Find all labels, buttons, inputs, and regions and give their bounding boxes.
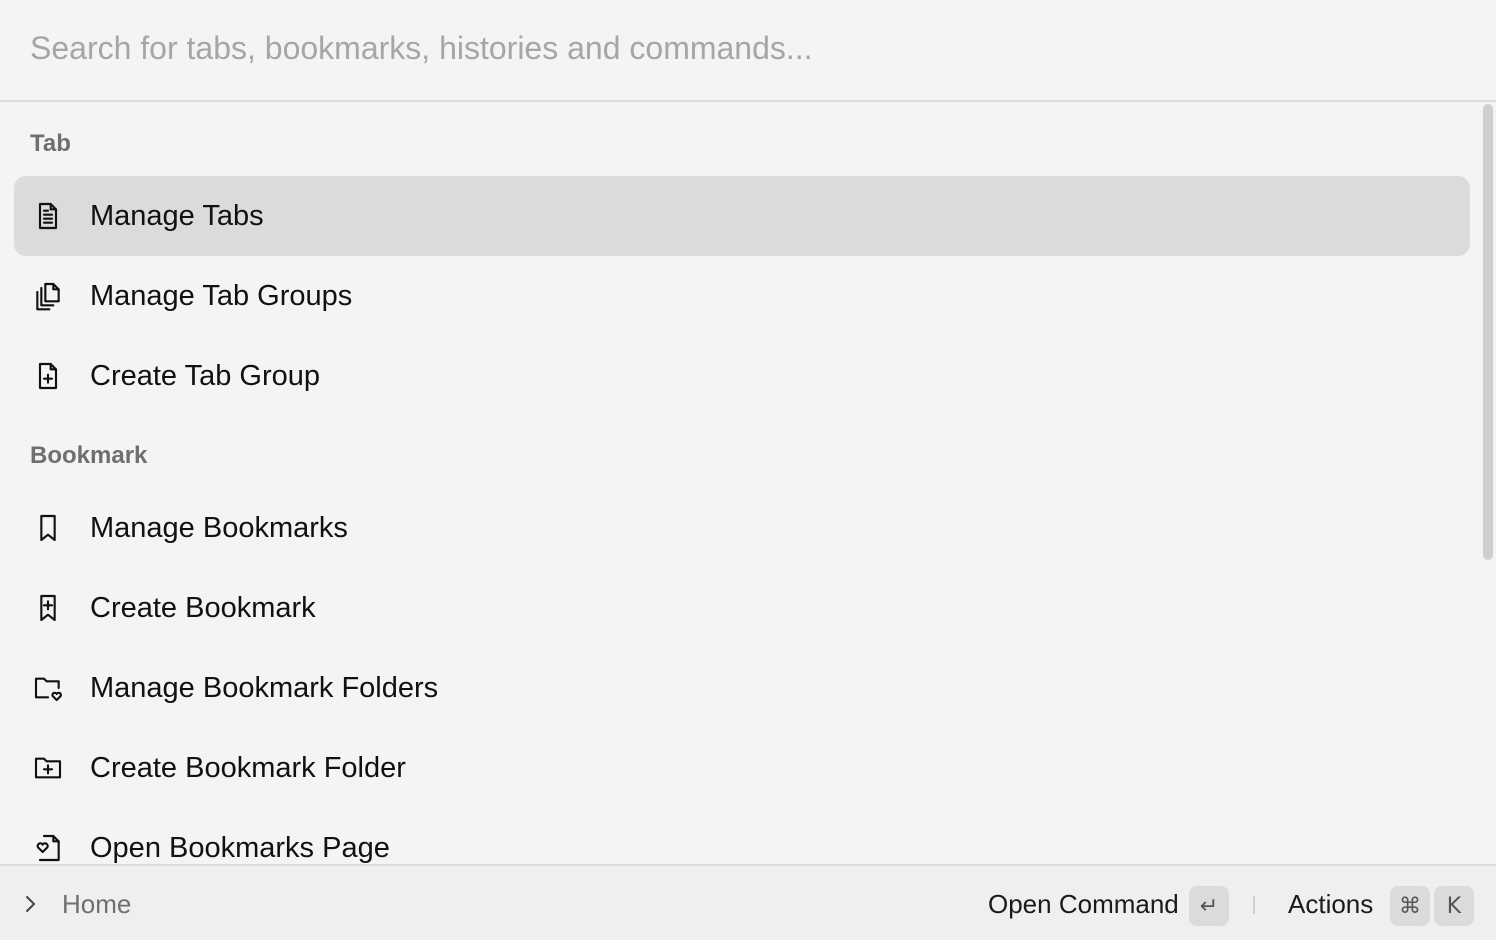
bookmark-icon [32, 512, 64, 544]
list-item-label: Manage Bookmarks [90, 512, 348, 544]
list-item-manage-tabs[interactable]: Manage Tabs [14, 176, 1470, 256]
folder-plus-icon [32, 752, 64, 784]
folder-heart-icon [32, 672, 64, 704]
list-item-manage-bookmark-folders[interactable]: Manage Bookmark Folders [14, 648, 1470, 728]
scrollbar-thumb[interactable] [1483, 104, 1493, 560]
document-heart-icon [32, 832, 64, 864]
list-item-create-tab-group[interactable]: Create Tab Group [14, 336, 1470, 416]
command-key-badge: ⌘ [1390, 886, 1430, 926]
documents-stack-icon [32, 280, 64, 312]
list-item-label: Manage Tab Groups [90, 280, 353, 312]
list-item-open-bookmarks-page[interactable]: Open Bookmarks Page [14, 808, 1470, 864]
list-item-label: Create Bookmark [90, 592, 316, 624]
actions-button[interactable]: Actions [1288, 888, 1373, 920]
list-item-manage-tab-groups[interactable]: Manage Tab Groups [14, 256, 1470, 336]
list-item-label: Manage Bookmark Folders [90, 672, 439, 704]
section-header-bookmark: Bookmark [30, 442, 148, 469]
list-item-label: Open Bookmarks Page [90, 832, 390, 864]
list-item-create-bookmark[interactable]: Create Bookmark [14, 568, 1470, 648]
document-icon [32, 200, 64, 232]
open-command-button[interactable]: Open Command [988, 888, 1179, 920]
list-item-manage-bookmarks[interactable]: Manage Bookmarks [14, 488, 1470, 568]
enter-key-badge: ↵ [1189, 886, 1229, 926]
chevron-right-icon[interactable] [18, 892, 42, 916]
k-key-badge: K [1434, 886, 1474, 926]
list-item-label: Create Tab Group [90, 360, 320, 392]
breadcrumb[interactable]: Home [62, 888, 131, 920]
bookmark-plus-icon [32, 592, 64, 624]
list-item-label: Manage Tabs [90, 200, 264, 232]
footer-bar: Home Open Command ↵ Actions ⌘ K [0, 864, 1496, 940]
section-header-tab: Tab [30, 130, 71, 157]
footer-divider [1253, 896, 1255, 914]
list-item-create-bookmark-folder[interactable]: Create Bookmark Folder [14, 728, 1470, 808]
document-plus-icon [32, 360, 64, 392]
results-list: Tab Manage Tabs Manage Tab Groups Create… [0, 104, 1480, 864]
scrollbar[interactable] [1480, 104, 1496, 864]
search-bar [0, 0, 1496, 102]
list-item-label: Create Bookmark Folder [90, 752, 406, 784]
search-input[interactable] [30, 24, 1430, 72]
